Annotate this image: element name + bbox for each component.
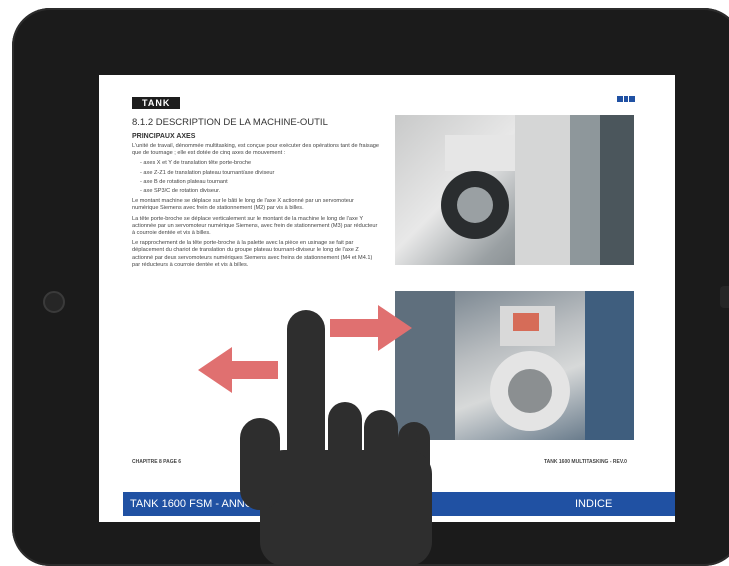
hand-pointer-icon: [240, 310, 432, 566]
axes-list: axes X et Y de translation tête porte-br…: [140, 160, 380, 195]
intro-paragraph: L'unité de travail, dénommée multitaskin…: [132, 143, 380, 157]
paragraph: Le montant machine se déplace sur le bât…: [132, 198, 354, 212]
paragraph: Le rapprochement de la tête porte-broche…: [132, 240, 373, 268]
subsection-title: PRINCIPAUX AXES: [132, 133, 196, 140]
footer-right: TANK 1600 MULTITASKING - REV.0: [544, 459, 627, 465]
list-item: axe SP3/C de rotation diviseur.: [140, 188, 380, 195]
side-button: [720, 286, 729, 308]
company-logo-icon: [617, 96, 635, 102]
home-button-icon[interactable]: [43, 291, 65, 313]
body-text: L'unité de travail, dénommée multitaskin…: [132, 143, 380, 272]
list-item: axe Z-Z1 de translation plateau tournant…: [140, 170, 380, 177]
list-item: axes X et Y de translation tête porte-br…: [140, 160, 380, 167]
index-button[interactable]: INDICE: [575, 498, 612, 510]
list-item: axe B de rotation plateau tournant: [140, 179, 380, 186]
section-title: 8.1.2 DESCRIPTION DE LA MACHINE-OUTIL: [132, 117, 328, 128]
brand-logo: TANK: [132, 97, 181, 109]
footer-left: CHAPITRE 8 PAGE 6: [132, 459, 182, 465]
paragraph: La tête porte-broche se déplace vertical…: [132, 215, 378, 237]
machine-photo-top: [395, 115, 634, 265]
